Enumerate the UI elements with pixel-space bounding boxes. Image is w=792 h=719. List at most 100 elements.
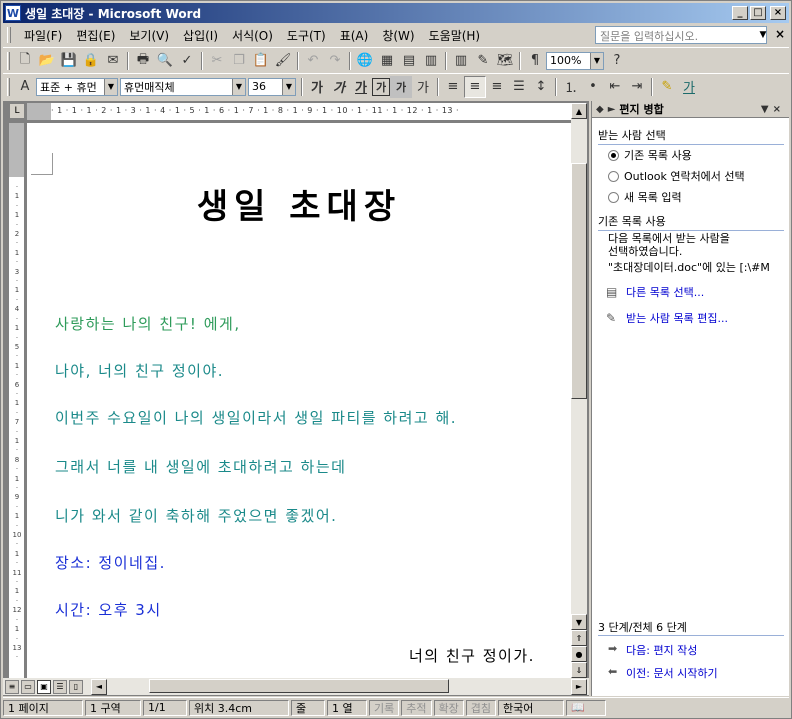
- scroll-left-icon[interactable]: ◄: [91, 678, 107, 695]
- radio-icon[interactable]: [608, 170, 619, 182]
- radio-existing-list[interactable]: 기존 목록 사용: [608, 147, 692, 163]
- ask-dropdown-icon[interactable]: ▼: [757, 26, 769, 44]
- char-shading-button[interactable]: 가: [390, 75, 412, 98]
- scroll-right-icon[interactable]: ►: [571, 678, 587, 695]
- doc-line-request[interactable]: 니가 와서 같이 축하해 주었으면 좋겠어.: [55, 505, 337, 526]
- link-label[interactable]: 다른 목록 선택...: [626, 284, 704, 300]
- browse-object-icon[interactable]: ●: [571, 646, 587, 662]
- size-dropdown-icon[interactable]: ▼: [282, 78, 295, 95]
- prev-step-label[interactable]: 이전: 문서 시작하기: [626, 667, 718, 680]
- menu-grip[interactable]: [7, 27, 11, 43]
- highlight-icon[interactable]: ✎: [656, 76, 678, 98]
- status-record[interactable]: 기록: [369, 699, 400, 716]
- redo-icon[interactable]: ↷: [324, 50, 346, 72]
- menu-file[interactable]: 파일(F): [17, 27, 69, 44]
- vertical-ruler[interactable]: · 1 · 1 · 2 · 1 · 3 · 1 · 4 · 1 · 5 · 1 · 6 · 1 · 7 · 1 · 8 · 1 · 9 · 1 · 10 ·…: [9, 123, 25, 678]
- columns-icon[interactable]: ▥: [450, 50, 472, 72]
- doc-line-time[interactable]: 시간: 오후 3시: [55, 599, 162, 620]
- decrease-indent-icon[interactable]: ⇤: [604, 76, 626, 98]
- menu-help[interactable]: 도움말(H): [422, 27, 488, 44]
- font-size-select[interactable]: 36 ▼: [248, 77, 296, 96]
- permission-icon[interactable]: 🔒: [80, 50, 102, 72]
- status-track[interactable]: 추적: [401, 699, 432, 716]
- hyperlink-icon[interactable]: 🌐: [354, 50, 376, 72]
- italic-button[interactable]: 가: [328, 76, 350, 98]
- font-color-icon[interactable]: 가: [678, 76, 700, 98]
- cut-icon[interactable]: ✂: [206, 50, 228, 72]
- status-extend[interactable]: 확장: [433, 699, 464, 716]
- doc-signature[interactable]: 너의 친구 정이가.: [409, 645, 535, 666]
- radio-outlook-contacts[interactable]: Outlook 연락처에서 선택: [608, 168, 745, 184]
- font-dropdown-icon[interactable]: ▼: [232, 78, 245, 95]
- pane-menu-icon[interactable]: ▼: [761, 104, 769, 115]
- prev-step-link[interactable]: ⬅ 이전: 문서 시작하기: [608, 665, 718, 681]
- link-label[interactable]: 받는 사람 목록 편집...: [626, 310, 728, 326]
- horizontal-ruler[interactable]: · 1 · 1 · 1 · 2 · 1 · 3 · 1 · 4 · 1 · 5 …: [27, 103, 573, 121]
- font-select[interactable]: 휴먼매직체 ▼: [120, 77, 246, 96]
- new-icon[interactable]: 🗋: [14, 50, 36, 72]
- print-preview-icon[interactable]: 🔍: [154, 50, 176, 72]
- justify-icon[interactable]: ☰: [508, 76, 530, 98]
- paste-icon[interactable]: 📋: [250, 50, 272, 72]
- print-icon[interactable]: 🖶: [132, 50, 154, 72]
- tables-borders-icon[interactable]: ▦: [376, 50, 398, 72]
- menu-format[interactable]: 서식(O): [225, 27, 280, 44]
- spelling-icon[interactable]: ✓: [176, 50, 198, 72]
- phonetic-guide-icon[interactable]: 가: [412, 76, 434, 98]
- insert-table-icon[interactable]: ▤: [398, 50, 420, 72]
- pane-forward-icon[interactable]: ►: [608, 104, 616, 115]
- menu-insert[interactable]: 삽입(I): [176, 27, 225, 44]
- underline-button[interactable]: 가: [350, 76, 372, 98]
- ask-question-input[interactable]: 질문을 입력하십시오.: [595, 26, 767, 44]
- doc-line-place[interactable]: 장소: 정이네집.: [55, 552, 166, 573]
- link-edit-recipients[interactable]: ✎ 받는 사람 목록 편집...: [606, 310, 728, 326]
- numbering-icon[interactable]: ⒈: [560, 76, 582, 98]
- toolbar-grip[interactable]: [7, 51, 10, 70]
- menu-edit[interactable]: 편집(E): [69, 27, 122, 44]
- email-icon[interactable]: ✉: [102, 50, 124, 72]
- drawing-icon[interactable]: ✎: [472, 50, 494, 72]
- status-page[interactable]: 1 페이지: [3, 699, 83, 716]
- document-page[interactable]: 생일 초대장 사랑하는 나의 친구! 에게, 나야, 너의 친구 정이야. 이번…: [27, 123, 571, 678]
- bullets-icon[interactable]: •: [582, 76, 604, 98]
- pane-close-icon[interactable]: ×: [773, 104, 781, 115]
- help-icon[interactable]: ?: [606, 50, 628, 72]
- menu-table[interactable]: 표(A): [333, 27, 376, 44]
- style-dropdown-icon[interactable]: ▼: [104, 78, 117, 95]
- scroll-down-icon[interactable]: ▼: [571, 614, 587, 630]
- align-right-icon[interactable]: ≡: [486, 76, 508, 98]
- maximize-button[interactable]: □: [750, 6, 766, 20]
- print-view-icon[interactable]: ▣: [37, 679, 51, 694]
- bold-button[interactable]: 가: [306, 76, 328, 98]
- next-page-icon[interactable]: ⇓: [571, 662, 587, 678]
- styles-formatting-icon[interactable]: A: [14, 76, 36, 98]
- next-step-label[interactable]: 다음: 편지 작성: [626, 644, 697, 657]
- reading-view-icon[interactable]: ▯: [69, 679, 83, 694]
- show-hide-icon[interactable]: ¶: [524, 50, 546, 72]
- web-view-icon[interactable]: ▭: [21, 679, 35, 694]
- scroll-thumb[interactable]: [571, 163, 587, 399]
- save-icon[interactable]: 💾: [58, 50, 80, 72]
- char-border-button[interactable]: 가: [372, 77, 390, 96]
- document-title[interactable]: 생일 초대장: [27, 179, 571, 228]
- doc-line-reason[interactable]: 이번주 수요일이 나의 생일이라서 생일 파티를 하려고 해.: [55, 407, 457, 428]
- align-center-icon[interactable]: ≡: [464, 75, 486, 98]
- doc-line-invite[interactable]: 그래서 너를 내 생일에 초대하려고 하는데: [55, 456, 346, 477]
- next-step-link[interactable]: ➡ 다음: 편지 작성: [608, 642, 697, 658]
- radio-new-list[interactable]: 새 목록 입력: [608, 189, 682, 205]
- toolbar-grip[interactable]: [7, 77, 10, 96]
- undo-icon[interactable]: ↶: [302, 50, 324, 72]
- menu-window[interactable]: 창(W): [375, 27, 421, 44]
- normal-view-icon[interactable]: ≡: [5, 679, 19, 694]
- doc-line-greeting[interactable]: 사랑하는 나의 친구! 에게,: [55, 313, 241, 334]
- vertical-scrollbar[interactable]: ▲ ▼ ⇑ ● ⇓: [571, 103, 587, 678]
- menu-tools[interactable]: 도구(T): [280, 27, 333, 44]
- doc-line-intro[interactable]: 나야, 너의 친구 정이야.: [55, 360, 224, 381]
- zoom-dropdown-icon[interactable]: ▼: [590, 52, 603, 69]
- menu-view[interactable]: 보기(V): [122, 27, 176, 44]
- prev-page-icon[interactable]: ⇑: [571, 630, 587, 646]
- increase-indent-icon[interactable]: ⇥: [626, 76, 648, 98]
- link-select-other-list[interactable]: ▤ 다른 목록 선택...: [606, 284, 704, 300]
- tab-selector[interactable]: L: [9, 103, 25, 119]
- scroll-up-icon[interactable]: ▲: [571, 103, 587, 119]
